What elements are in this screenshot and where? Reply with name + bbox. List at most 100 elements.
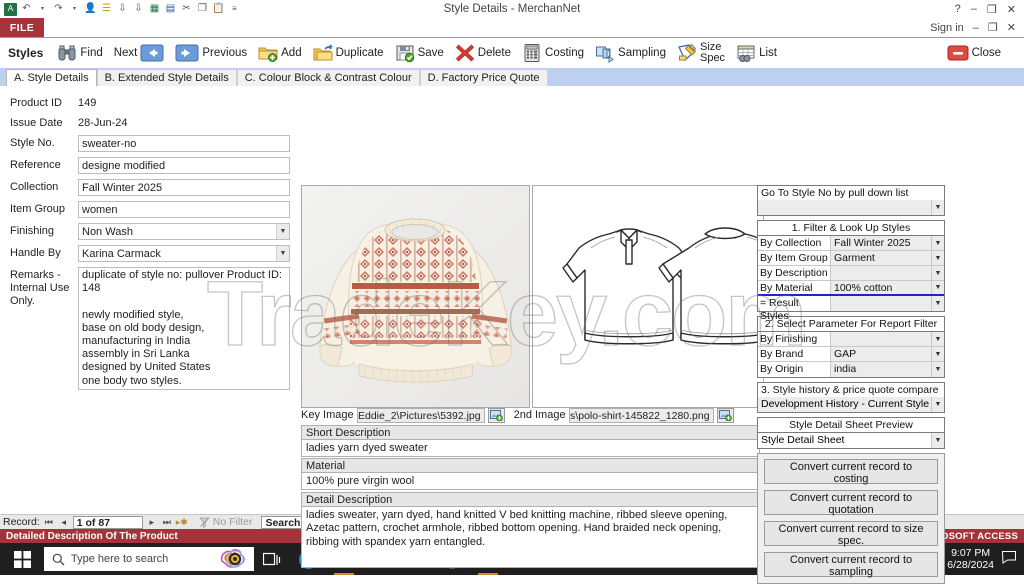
import-icon[interactable]: ▤ bbox=[164, 3, 177, 16]
convert-to-quotation-button[interactable]: Convert current record to quotation bbox=[764, 490, 938, 516]
filter-row-by-material[interactable]: By Material 100% cotton ▼ bbox=[758, 281, 944, 296]
size-spec-button[interactable]: Size Spec bbox=[672, 39, 730, 67]
item-group-input[interactable]: women bbox=[78, 201, 290, 218]
customize-toolbar-icon[interactable]: ≡ bbox=[228, 3, 241, 16]
key-image-browse-button[interactable] bbox=[487, 407, 505, 423]
action-center-icon[interactable] bbox=[1001, 551, 1016, 567]
filter-row-by-description[interactable]: By Description ▼ bbox=[758, 266, 944, 281]
taskbar-clock[interactable]: 9:07 PM 6/28/2024 bbox=[947, 547, 994, 571]
duplicate-button[interactable]: Duplicate bbox=[308, 39, 389, 67]
chevron-down-icon[interactable]: ▼ bbox=[931, 347, 944, 361]
chevron-down-icon[interactable]: ▼ bbox=[276, 224, 289, 239]
material-value[interactable]: 100% pure virgin wool bbox=[301, 473, 760, 490]
chevron-down-icon[interactable]: ▼ bbox=[931, 281, 944, 294]
record-position-input[interactable]: 1 of 87 bbox=[72, 515, 143, 529]
second-image-path[interactable]: es\polo-shirt-145822_1280.png bbox=[568, 407, 714, 423]
cut-icon[interactable]: ✂ bbox=[180, 3, 193, 16]
chevron-down-icon[interactable]: ▼ bbox=[931, 362, 944, 377]
save-button[interactable]: Save bbox=[390, 39, 449, 67]
first-record-button[interactable]: ⏮ bbox=[43, 517, 55, 528]
paste-icon[interactable]: 📋 bbox=[212, 3, 225, 16]
convert-to-size-spec-button[interactable]: Convert current record to size spec. bbox=[764, 521, 938, 547]
minimize-button[interactable]: – bbox=[971, 3, 977, 15]
restore-button[interactable]: ❐ bbox=[987, 3, 997, 16]
last-record-button[interactable]: ⏭ bbox=[161, 517, 173, 528]
delete-button[interactable]: Delete bbox=[450, 39, 516, 67]
style-history-combo[interactable]: Development History - Current Style ▼ bbox=[758, 397, 944, 412]
second-image-browse-button[interactable] bbox=[716, 407, 734, 423]
undo-icon[interactable]: ↶ bbox=[20, 3, 33, 16]
undo-dropdown-icon[interactable]: ▾ bbox=[36, 3, 49, 16]
add-button[interactable]: Add bbox=[253, 39, 306, 67]
sort-descending-icon[interactable]: ⇩ bbox=[132, 3, 145, 16]
copy-icon[interactable]: ❐ bbox=[196, 3, 209, 16]
chevron-down-icon[interactable]: ▼ bbox=[931, 251, 944, 265]
help-button[interactable]: ? bbox=[955, 3, 961, 15]
next-record-button[interactable]: ▸ bbox=[146, 517, 158, 528]
detail-description-value[interactable]: ladies sweater, yarn dyed, hand knitted … bbox=[301, 507, 760, 568]
tab-factory-price-quote[interactable]: D. Factory Price Quote bbox=[419, 69, 548, 86]
task-view-icon[interactable] bbox=[254, 543, 290, 575]
new-record-button[interactable]: ▸✱ bbox=[176, 517, 188, 528]
contact-icon[interactable]: 👤 bbox=[84, 3, 97, 16]
taskbar-search-box[interactable]: Type here to search bbox=[44, 547, 254, 571]
chevron-down-icon[interactable]: ▼ bbox=[931, 332, 944, 346]
key-image-path[interactable]: ers\Eddie_2\Pictures\5392.jpg bbox=[356, 407, 485, 423]
redo-dropdown-icon[interactable]: ▾ bbox=[68, 3, 81, 16]
doc-minimize-button[interactable]: – bbox=[973, 22, 979, 34]
sort-ascending-icon[interactable]: ⇩ bbox=[116, 3, 129, 16]
key-image-preview[interactable] bbox=[301, 185, 530, 408]
goto-style-combo[interactable]: ▼ bbox=[758, 200, 944, 215]
filter-key-result-styles: = Result Styles bbox=[758, 296, 830, 322]
windows-start-icon[interactable] bbox=[0, 543, 44, 575]
binoculars-icon bbox=[57, 43, 77, 63]
tab-style-details[interactable]: A. Style Details bbox=[6, 69, 97, 86]
list-button[interactable]: List bbox=[731, 39, 782, 67]
filter-status[interactable]: No Filter bbox=[198, 516, 252, 528]
param-row-by-finishing[interactable]: By Finishing ▼ bbox=[758, 332, 944, 347]
previous-record-button[interactable]: ◂ bbox=[58, 517, 70, 528]
chevron-down-icon[interactable]: ▼ bbox=[276, 246, 289, 261]
goto-style-box: Go To Style No by pull down list ▼ bbox=[757, 185, 945, 216]
convert-to-costing-button[interactable]: Convert current record to costing bbox=[764, 459, 938, 485]
tab-extended-style-details[interactable]: B. Extended Style Details bbox=[96, 69, 237, 86]
next-button[interactable]: Next bbox=[109, 39, 170, 67]
param-row-by-origin[interactable]: By Origin india ▼ bbox=[758, 362, 944, 377]
remarks-textarea[interactable]: duplicate of style no: pullover Product … bbox=[78, 267, 290, 390]
find-button[interactable]: Find bbox=[52, 39, 107, 67]
filter-row-by-item-group[interactable]: By Item Group Garment ▼ bbox=[758, 251, 944, 266]
param-row-by-brand-label[interactable]: By Brand label GAP ▼ bbox=[758, 347, 944, 373]
handle-by-combo[interactable]: Karina Carmack ▼ bbox=[78, 245, 290, 262]
collection-input[interactable]: Fall Winter 2025 bbox=[78, 179, 290, 196]
chevron-down-icon[interactable]: ▼ bbox=[931, 397, 944, 412]
reference-input[interactable]: designe modified bbox=[78, 157, 290, 174]
file-tab[interactable]: FILE bbox=[0, 18, 44, 37]
previous-button[interactable]: Previous bbox=[170, 39, 252, 67]
filter-row-by-collection[interactable]: By Collection Fall Winter 2025 ▼ bbox=[758, 236, 944, 251]
tab-colour-block-contrast-colour[interactable]: C. Colour Block & Contrast Colour bbox=[236, 69, 420, 86]
export-excel-icon[interactable]: ▦ bbox=[148, 3, 161, 16]
key-image-label: Key Image bbox=[301, 409, 354, 421]
second-image-preview[interactable] bbox=[532, 185, 764, 408]
costing-button[interactable]: Costing bbox=[517, 39, 589, 67]
style-detail-sheet-combo[interactable]: Style Detail Sheet ▼ bbox=[758, 433, 944, 448]
chevron-down-icon[interactable]: ▼ bbox=[931, 433, 944, 448]
sampling-button[interactable]: Sampling bbox=[590, 39, 671, 67]
chevron-down-icon[interactable]: ▼ bbox=[931, 236, 944, 250]
chevron-down-icon[interactable]: ▼ bbox=[931, 266, 944, 280]
save-disk-icon bbox=[395, 43, 415, 63]
sign-in-link[interactable]: Sign in bbox=[930, 22, 964, 34]
spelling-icon[interactable]: ☰ bbox=[100, 3, 113, 16]
chevron-down-icon[interactable]: ▼ bbox=[931, 296, 944, 311]
close-button[interactable]: Close bbox=[942, 39, 1006, 67]
redo-icon[interactable]: ↷ bbox=[52, 3, 65, 16]
close-window-button[interactable]: ✕ bbox=[1007, 3, 1016, 16]
doc-close-button[interactable]: ✕ bbox=[1007, 21, 1016, 34]
finishing-combo[interactable]: Non Wash ▼ bbox=[78, 223, 290, 240]
style-no-input[interactable]: sweater-no bbox=[78, 135, 290, 152]
convert-to-sampling-button[interactable]: Convert current record to sampling bbox=[764, 552, 938, 578]
chevron-down-icon[interactable]: ▼ bbox=[931, 200, 944, 215]
short-description-value[interactable]: ladies yarn dyed sweater bbox=[301, 440, 760, 457]
doc-restore-button[interactable]: ❐ bbox=[988, 21, 998, 34]
filter-row-result-styles[interactable]: = Result Styles ▼ bbox=[758, 296, 944, 322]
